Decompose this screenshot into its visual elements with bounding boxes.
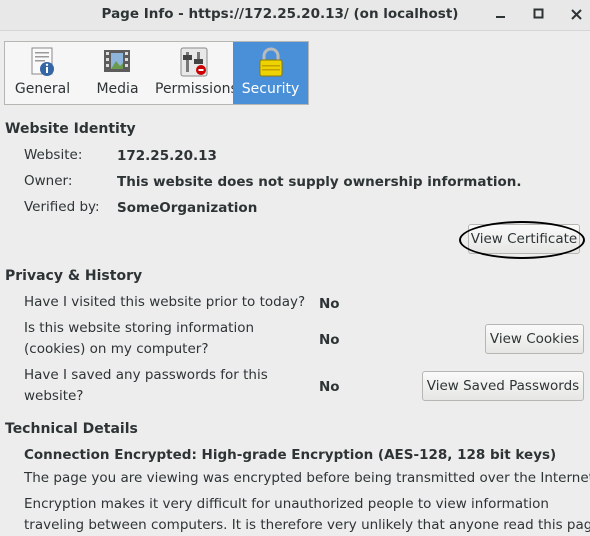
website-value: 172.25.20.13 xyxy=(117,148,217,164)
cookies-answer: No xyxy=(319,332,340,348)
view-certificate-button[interactable]: View Certificate xyxy=(468,224,580,254)
verified-by-value: SomeOrganization xyxy=(117,200,258,216)
view-cookies-button[interactable]: View Cookies xyxy=(485,324,584,354)
view-saved-passwords-button[interactable]: View Saved Passwords xyxy=(422,371,584,401)
media-film-icon xyxy=(102,46,134,78)
tab-media[interactable]: Media xyxy=(80,42,155,104)
website-identity-heading: Website Identity xyxy=(5,121,136,137)
passwords-question-line1: Have I saved any passwords for this xyxy=(24,367,268,383)
encryption-summary: Connection Encrypted: High-grade Encrypt… xyxy=(24,447,557,463)
visited-question: Have I visited this website prior to tod… xyxy=(24,294,306,310)
window-titlebar[interactable]: Page Info - https://172.25.20.13/ (on lo… xyxy=(0,0,590,31)
encryption-paragraph-2-line1: Encryption makes it very difficult for u… xyxy=(24,496,549,512)
tab-security[interactable]: Security xyxy=(233,42,308,104)
cookies-question-line2: (cookies) on my computer? xyxy=(24,341,209,357)
maximize-icon[interactable] xyxy=(528,4,550,26)
website-label: Website: xyxy=(24,147,83,163)
privacy-history-heading: Privacy & History xyxy=(5,268,143,284)
page-info-tabs: General Media Permissions Security xyxy=(4,41,309,105)
tab-general-label: General xyxy=(14,81,71,97)
tab-media-label: Media xyxy=(96,81,139,97)
minimize-icon[interactable] xyxy=(490,4,512,26)
close-icon[interactable] xyxy=(566,4,588,26)
owner-label: Owner: xyxy=(24,173,73,189)
tab-permissions[interactable]: Permissions xyxy=(155,42,238,104)
window-title: Page Info - https://172.25.20.13/ (on lo… xyxy=(101,6,459,22)
passwords-answer: No xyxy=(319,379,340,395)
technical-details-heading: Technical Details xyxy=(5,421,138,437)
padlock-icon xyxy=(255,46,287,78)
verified-by-label: Verified by: xyxy=(24,199,100,215)
encryption-paragraph-1: The page you are viewing was encrypted b… xyxy=(24,470,590,486)
tab-general[interactable]: General xyxy=(5,42,80,104)
owner-value: This website does not supply ownership i… xyxy=(117,174,522,190)
cookies-question-line1: Is this website storing information xyxy=(24,320,255,336)
document-info-icon xyxy=(27,46,59,78)
tab-permissions-label: Permissions xyxy=(155,81,238,97)
visited-answer: No xyxy=(319,296,340,312)
tab-security-label: Security xyxy=(241,81,300,97)
passwords-question-line2: website? xyxy=(24,388,84,404)
permissions-switches-icon xyxy=(178,46,210,78)
